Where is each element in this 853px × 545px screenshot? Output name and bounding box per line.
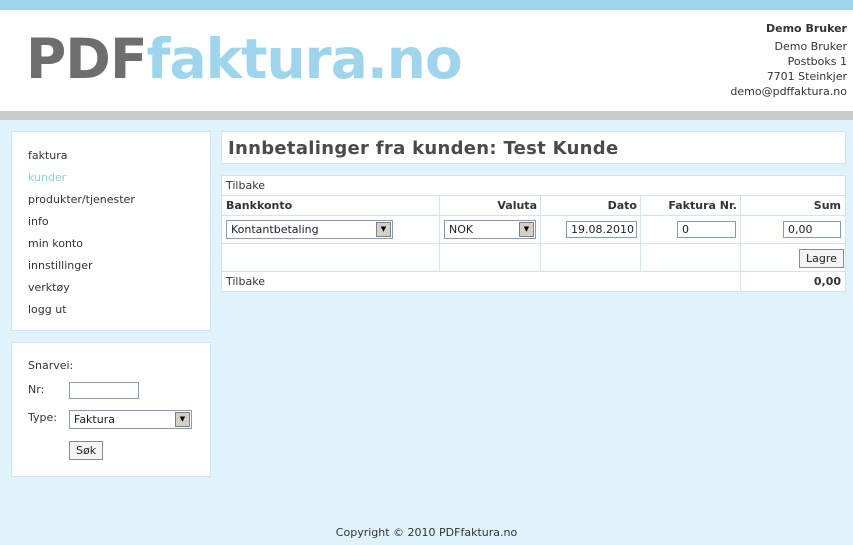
nav-item-produkter[interactable]: produkter/tjenester [12, 190, 210, 212]
user-line: 7701 Steinkjer [766, 70, 847, 83]
logo-faktura: faktura.no [146, 27, 463, 91]
header-divider [0, 111, 853, 120]
cell-dato: 19.08.2010 [541, 216, 641, 243]
cell-empty [440, 244, 541, 271]
table-header-row: Bankkonto Valuta Dato Faktura Nr. Sum [222, 196, 845, 216]
type-select-value: Faktura [74, 413, 115, 426]
total-sum: 0,00 [813, 275, 841, 288]
chevron-down-icon[interactable]: ▼ [175, 412, 190, 427]
bankkonto-select[interactable]: Kontantbetaling ▼ [226, 220, 393, 239]
user-info: Demo Bruker Demo Bruker Postboks 1 7701 … [730, 21, 847, 99]
nav-item-innstillinger[interactable]: innstillinger [12, 256, 210, 278]
chevron-down-icon[interactable]: ▼ [376, 222, 391, 237]
save-button[interactable]: Lagre [799, 249, 844, 268]
user-line: Postboks 1 [787, 55, 847, 68]
col-header-sum: Sum [813, 199, 841, 212]
col-header-faktura-nr: Faktura Nr. [641, 196, 741, 215]
nav-item-verktoy[interactable]: verktøy [12, 278, 210, 300]
type-label: Type: [28, 411, 57, 424]
footer-copyright: Copyright © 2010 PDFfaktura.no [335, 526, 518, 539]
dato-input[interactable]: 19.08.2010 [566, 221, 637, 238]
user-line: Demo Bruker [774, 40, 848, 53]
nr-label: Nr: [28, 383, 45, 396]
chevron-down-icon[interactable]: ▼ [519, 222, 534, 237]
cell-faktura-nr: 0 [641, 216, 741, 243]
cell-empty [641, 244, 741, 271]
back-link-bottom[interactable]: Tilbake [222, 272, 741, 292]
col-header-dato: Dato [541, 196, 641, 215]
type-select[interactable]: Faktura ▼ [69, 410, 192, 429]
cell-valuta: NOK ▼ [440, 216, 541, 243]
user-email: demo@pdffaktura.no [730, 85, 847, 98]
page-title: Innbetalinger fra kunden: Test Kunde [228, 138, 619, 159]
back-link-top[interactable]: Tilbake [222, 176, 845, 195]
valuta-select[interactable]: NOK ▼ [444, 220, 536, 239]
table-row: Kontantbetaling ▼ NOK ▼ 19.08.2010 0 0,0… [222, 216, 845, 244]
nr-input[interactable] [69, 382, 139, 399]
header: PDFfaktura.no Demo Bruker Demo Bruker Po… [0, 10, 853, 111]
col-header-valuta: Valuta [440, 196, 541, 215]
cell-sum: 0,00 [741, 216, 845, 243]
page-title-box: Innbetalinger fra kunden: Test Kunde [221, 131, 846, 164]
table-action-row: Lagre [222, 244, 845, 272]
nav-item-logg-ut[interactable]: logg ut [12, 300, 210, 322]
nav-item-faktura[interactable]: faktura [12, 146, 210, 168]
valuta-select-value: NOK [449, 223, 474, 236]
cell-empty [541, 244, 641, 271]
shortcut-panel: Snarvei: Nr: Type: Faktura ▼ Søk [11, 342, 211, 477]
nav-item-info[interactable]: info [12, 212, 210, 234]
faktura-nr-input[interactable]: 0 [677, 221, 736, 238]
logo-pdf: PDF [26, 27, 148, 91]
cell-empty [222, 244, 440, 271]
bankkonto-select-value: Kontantbetaling [231, 223, 319, 236]
table-footer-row: Tilbake 0,00 [222, 272, 845, 292]
shortcut-title: Snarvei: [28, 359, 74, 372]
cell-bankkonto: Kontantbetaling ▼ [222, 216, 440, 243]
main-nav: faktura kunder produkter/tjenester info … [11, 131, 211, 331]
nav-item-min-konto[interactable]: min konto [12, 234, 210, 256]
logo: PDFfaktura.no [26, 27, 463, 91]
top-accent-bar [0, 0, 853, 10]
user-name: Demo Bruker [766, 22, 847, 35]
table-row: Tilbake [222, 176, 845, 196]
col-header-bankkonto: Bankkonto [222, 196, 440, 215]
nav-item-kunder[interactable]: kunder [12, 168, 210, 190]
sum-input[interactable]: 0,00 [783, 221, 841, 238]
payments-table: Tilbake Bankkonto Valuta Dato Faktura Nr… [221, 175, 846, 292]
search-button[interactable]: Søk [69, 441, 104, 460]
cell-save: Lagre [741, 244, 845, 271]
